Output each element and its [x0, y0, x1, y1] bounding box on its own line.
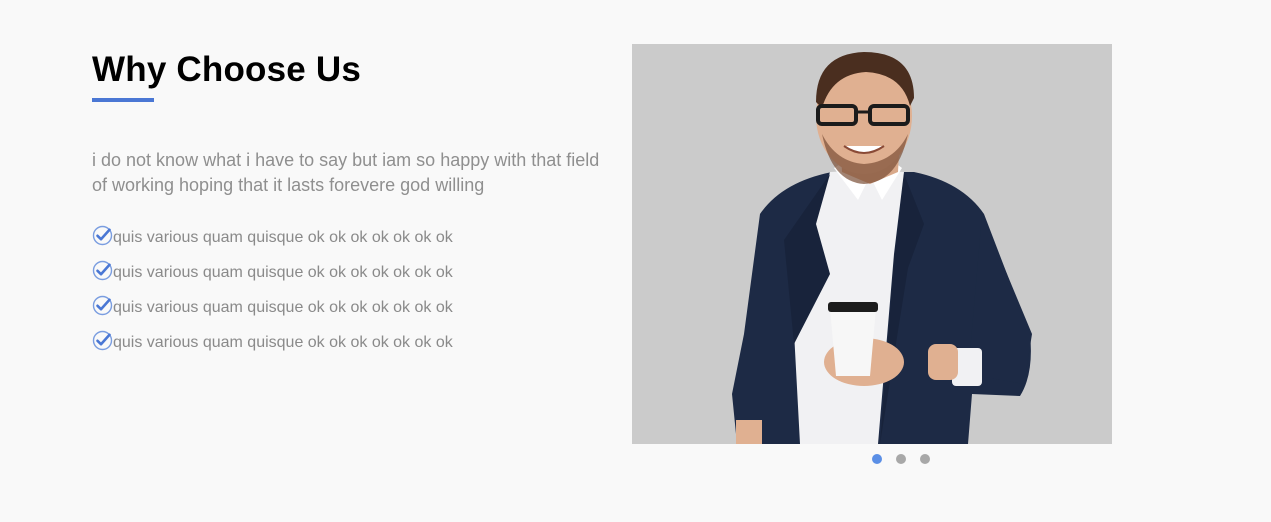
carousel-dot-3[interactable]	[920, 454, 930, 464]
feature-label: quis various quam quisque ok ok ok ok ok…	[113, 298, 453, 316]
check-circle-icon	[92, 225, 113, 246]
feature-item: quis various quam quisque ok ok ok ok ok…	[92, 290, 612, 325]
title-underline	[92, 98, 154, 102]
content-column: Why Choose Us i do not know what i have …	[92, 48, 612, 360]
image-carousel[interactable]	[632, 44, 1112, 444]
feature-label: quis various quam quisque ok ok ok ok ok…	[113, 228, 453, 246]
carousel-dot-1[interactable]	[872, 454, 882, 464]
check-circle-icon	[92, 330, 113, 351]
carousel-dot-2[interactable]	[896, 454, 906, 464]
section-title: Why Choose Us	[92, 50, 362, 89]
feature-item: quis various quam quisque ok ok ok ok ok…	[92, 325, 612, 360]
carousel-indicators	[872, 454, 930, 464]
intro-paragraph: i do not know what i have to say but iam…	[92, 150, 600, 195]
businessman-photo	[632, 44, 1112, 444]
feature-item: quis various quam quisque ok ok ok ok ok…	[92, 220, 612, 255]
feature-item: quis various quam quisque ok ok ok ok ok…	[92, 255, 612, 290]
check-circle-icon	[92, 295, 113, 316]
check-circle-icon	[92, 260, 113, 281]
feature-label: quis various quam quisque ok ok ok ok ok…	[113, 263, 453, 281]
feature-list: quis various quam quisque ok ok ok ok ok…	[92, 220, 612, 360]
why-choose-us-section: Why Choose Us i do not know what i have …	[0, 0, 1271, 522]
feature-label: quis various quam quisque ok ok ok ok ok…	[113, 333, 453, 351]
